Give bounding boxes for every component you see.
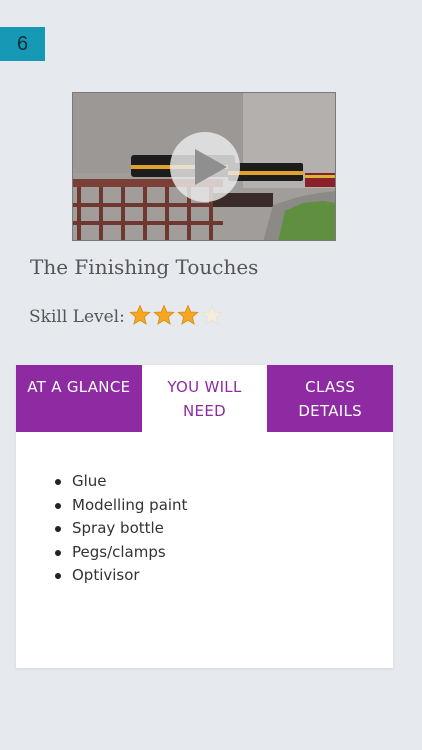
star-filled-icon [153,304,175,325]
skill-level-label: Skill Level: [29,307,125,327]
list-item: Optivisor [54,564,393,588]
lesson-title: The Finishing Touches [30,255,259,279]
details-card: AT A GLANCE YOU WILL NEED CLASS DETAILS … [16,365,394,668]
video-player[interactable] [72,92,336,241]
page-number-badge: 6 [0,27,45,61]
tab-bar: AT A GLANCE YOU WILL NEED CLASS DETAILS [16,365,394,432]
you-will-need-list: Glue Modelling paint Spray bottle Pegs/c… [54,470,393,588]
list-item: Pegs/clamps [54,541,393,565]
list-item: Spray bottle [54,517,393,541]
star-empty-icon [201,304,223,325]
list-item: Modelling paint [54,494,393,518]
star-filled-icon [129,304,151,325]
tab-you-will-need[interactable]: YOU WILL NEED [141,365,268,432]
tab-at-a-glance[interactable]: AT A GLANCE [16,365,142,432]
play-button[interactable] [170,132,240,202]
tab-class-details[interactable]: CLASS DETAILS [267,365,394,432]
skill-level: Skill Level: [29,304,225,330]
list-item: Glue [54,470,393,494]
skill-rating-stars [129,304,225,330]
star-filled-icon [177,304,199,325]
